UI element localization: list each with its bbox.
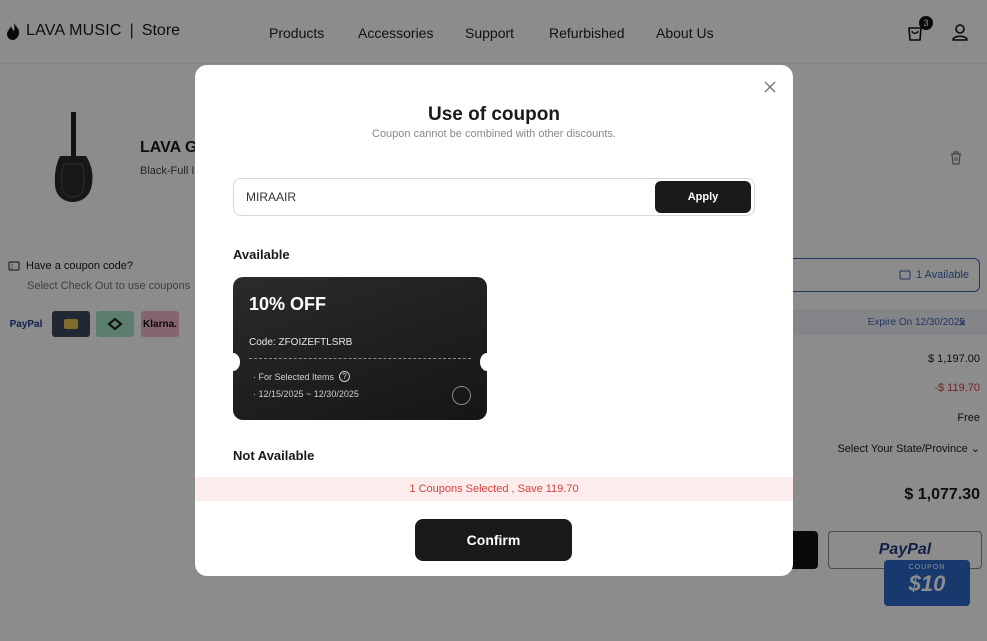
coupon-divider	[249, 358, 471, 359]
coupon-scope-text: · For Selected Items	[253, 371, 335, 382]
apply-button[interactable]: Apply	[655, 181, 751, 213]
not-available-heading: Not Available	[233, 448, 315, 463]
coupon-discount: 10% OFF	[249, 294, 327, 314]
selection-summary-bar: 1 Coupons Selected , Save 119.70	[195, 477, 793, 501]
coupon-code-form: Apply	[233, 178, 755, 216]
close-icon[interactable]	[762, 79, 778, 95]
modal-subtitle: Coupon cannot be combined with other dis…	[372, 128, 616, 140]
coupon-select-radio[interactable]	[452, 386, 471, 405]
confirm-button[interactable]: Confirm	[415, 519, 572, 561]
coupon-scope: · For Selected Items ?	[253, 371, 351, 382]
modal-title: Use of coupon	[428, 104, 560, 125]
coupon-card[interactable]: 10% OFF Code: ZFOIZEFTLSRB · For Selecte…	[226, 277, 494, 420]
help-icon[interactable]: ?	[339, 371, 351, 382]
coupon-modal: Use of coupon Coupon cannot be combined …	[195, 65, 793, 576]
available-heading: Available	[233, 247, 290, 262]
coupon-code: Code: ZFOIZEFTLSRB	[249, 337, 353, 348]
ticket-notch	[480, 353, 494, 371]
coupon-validity: · 12/15/2025 ~ 12/30/2025	[253, 389, 359, 399]
coupon-code-input[interactable]	[234, 179, 654, 215]
ticket-notch	[226, 353, 240, 371]
